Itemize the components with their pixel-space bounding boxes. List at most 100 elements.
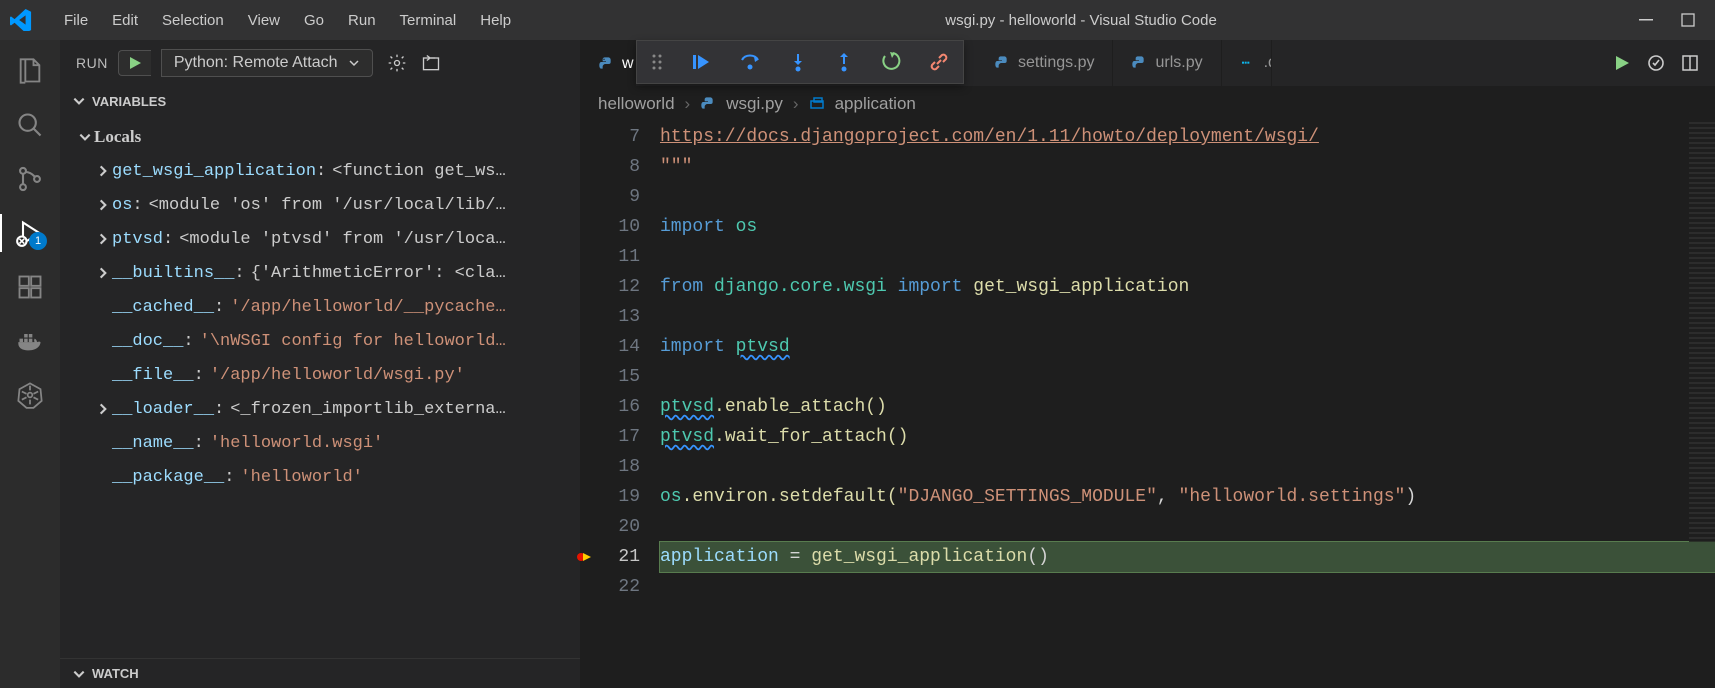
- menu-selection[interactable]: Selection: [150, 12, 236, 29]
- chevron-right-icon: ›: [685, 94, 691, 114]
- menu-bar: File Edit Selection View Go Run Terminal…: [52, 12, 523, 29]
- drag-handle-icon[interactable]: [651, 53, 663, 71]
- python-file-icon: [598, 56, 614, 72]
- var-key: __file__: [112, 366, 194, 385]
- explorer-icon[interactable]: [11, 52, 49, 90]
- var-value: <_frozen_importlib_externa…: [230, 400, 505, 419]
- python-file-icon: [994, 55, 1010, 71]
- variables-section-header[interactable]: VARIABLES: [60, 86, 580, 116]
- menu-view[interactable]: View: [236, 12, 292, 29]
- chevron-right-icon: [96, 232, 112, 246]
- config-name: Python: Remote Attach: [174, 54, 338, 72]
- chevron-down-icon: [72, 667, 86, 681]
- editor-tabs: w… settings.py urls.py: [580, 40, 1715, 86]
- var-value: <module 'ptvsd' from '/usr/loca…: [179, 230, 505, 249]
- var-row[interactable]: __loader__: <_frozen_importlib_externa…: [60, 392, 580, 426]
- breadcrumb[interactable]: helloworld › wsgi.py › application: [580, 86, 1715, 122]
- chevron-down-icon: [72, 94, 86, 108]
- var-row[interactable]: __builtins__: {'ArithmeticError': <cla…: [60, 256, 580, 290]
- step-over-icon[interactable]: [739, 52, 761, 72]
- watch-section-header[interactable]: WATCH: [60, 658, 580, 688]
- debug-badge: 1: [29, 232, 47, 250]
- var-row[interactable]: . __cached__: '/app/helloworld/__pycache…: [60, 290, 580, 324]
- minimap[interactable]: [1689, 122, 1715, 542]
- docker-file-icon: [1240, 55, 1256, 71]
- tab-label: w…: [622, 55, 636, 73]
- kubernetes-icon[interactable]: [11, 376, 49, 414]
- var-value: '/app/helloworld/wsgi.py': [210, 366, 465, 385]
- title-bar: File Edit Selection View Go Run Terminal…: [0, 0, 1715, 40]
- tab-wsgi[interactable]: w…: [580, 40, 636, 86]
- code-editor[interactable]: 7 8 9 10 11 12 13 14 15 16 17 18 19 20 2…: [580, 122, 1715, 688]
- breadcrumb-file[interactable]: wsgi.py: [726, 94, 783, 114]
- minimize-icon[interactable]: [1639, 13, 1653, 27]
- restart-icon[interactable]: [881, 52, 901, 72]
- tab-docker[interactable]: .d: [1222, 40, 1272, 86]
- var-row[interactable]: get_wsgi_application: <function get_ws…: [60, 154, 580, 188]
- var-value: '\nWSGI config for helloworld…: [200, 332, 506, 351]
- var-key: __name__: [112, 434, 194, 453]
- window-title: wsgi.py - helloworld - Visual Studio Cod…: [523, 12, 1639, 29]
- vscode-logo-icon: [10, 9, 32, 31]
- run-file-icon[interactable]: [1613, 54, 1631, 72]
- activity-bar: 1: [0, 40, 60, 688]
- var-key: __doc__: [112, 332, 183, 351]
- breadcrumb-symbol[interactable]: application: [835, 94, 916, 114]
- tab-label: .d: [1264, 54, 1272, 72]
- maximize-icon[interactable]: [1681, 13, 1695, 27]
- var-value: <module 'os' from '/usr/local/lib/…: [149, 196, 506, 215]
- var-row[interactable]: . __file__: '/app/helloworld/wsgi.py': [60, 358, 580, 392]
- chevron-right-icon: [96, 266, 112, 280]
- var-key: ptvsd: [112, 230, 163, 249]
- coverage-icon[interactable]: [1647, 54, 1665, 72]
- tab-label: settings.py: [1018, 54, 1094, 72]
- var-row[interactable]: . __doc__: '\nWSGI config for helloworld…: [60, 324, 580, 358]
- var-row[interactable]: os: <module 'os' from '/usr/local/lib/…: [60, 188, 580, 222]
- run-label: RUN: [76, 55, 108, 71]
- menu-file[interactable]: File: [52, 12, 100, 29]
- tab-settings[interactable]: settings.py: [976, 40, 1113, 86]
- run-header: RUN Python: Remote Attach: [60, 40, 580, 86]
- debug-config-dropdown[interactable]: Python: Remote Attach: [161, 49, 373, 77]
- continue-icon[interactable]: [691, 52, 711, 72]
- menu-run[interactable]: Run: [336, 12, 388, 29]
- debug-toolbar[interactable]: [636, 40, 964, 84]
- var-row[interactable]: . __package__: 'helloworld': [60, 460, 580, 494]
- editor-actions: [1613, 54, 1715, 72]
- search-icon[interactable]: [11, 106, 49, 144]
- menu-help[interactable]: Help: [468, 12, 523, 29]
- menu-go[interactable]: Go: [292, 12, 336, 29]
- var-key: __builtins__: [112, 264, 234, 283]
- var-key: __package__: [112, 468, 224, 487]
- debug-console-icon[interactable]: [421, 53, 441, 73]
- gear-icon[interactable]: [387, 53, 407, 73]
- start-debug-button[interactable]: [118, 50, 151, 76]
- chevron-right-icon: ›: [793, 94, 799, 114]
- source-control-icon[interactable]: [11, 160, 49, 198]
- tab-urls[interactable]: urls.py: [1113, 40, 1221, 86]
- menu-terminal[interactable]: Terminal: [388, 12, 469, 29]
- variable-symbol-icon: [809, 96, 825, 112]
- run-debug-icon[interactable]: 1: [11, 214, 49, 252]
- chevron-right-icon: [96, 402, 112, 416]
- step-out-icon[interactable]: [835, 52, 853, 72]
- step-into-icon[interactable]: [789, 52, 807, 72]
- var-row[interactable]: . __name__: 'helloworld.wsgi': [60, 426, 580, 460]
- var-row[interactable]: ptvsd: <module 'ptvsd' from '/usr/loca…: [60, 222, 580, 256]
- editor-area: w… settings.py urls.py: [580, 40, 1715, 688]
- variables-tree: Locals get_wsgi_application: <function g…: [60, 116, 580, 658]
- breadcrumb-folder[interactable]: helloworld: [598, 94, 675, 114]
- var-key: os: [112, 196, 132, 215]
- breakpoint-current-icon[interactable]: [576, 549, 592, 565]
- docker-icon[interactable]: [11, 322, 49, 360]
- locals-scope[interactable]: Locals: [60, 120, 580, 154]
- disconnect-icon[interactable]: [929, 52, 949, 72]
- python-file-icon: [1131, 55, 1147, 71]
- var-value: 'helloworld.wsgi': [210, 434, 383, 453]
- extensions-icon[interactable]: [11, 268, 49, 306]
- menu-edit[interactable]: Edit: [100, 12, 150, 29]
- split-editor-icon[interactable]: [1681, 54, 1699, 72]
- chevron-down-icon: [78, 130, 94, 144]
- sidebar-panel: RUN Python: Remote Attach VARIABLES: [60, 40, 580, 688]
- code-lines[interactable]: https://docs.djangoproject.com/en/1.11/h…: [660, 122, 1715, 688]
